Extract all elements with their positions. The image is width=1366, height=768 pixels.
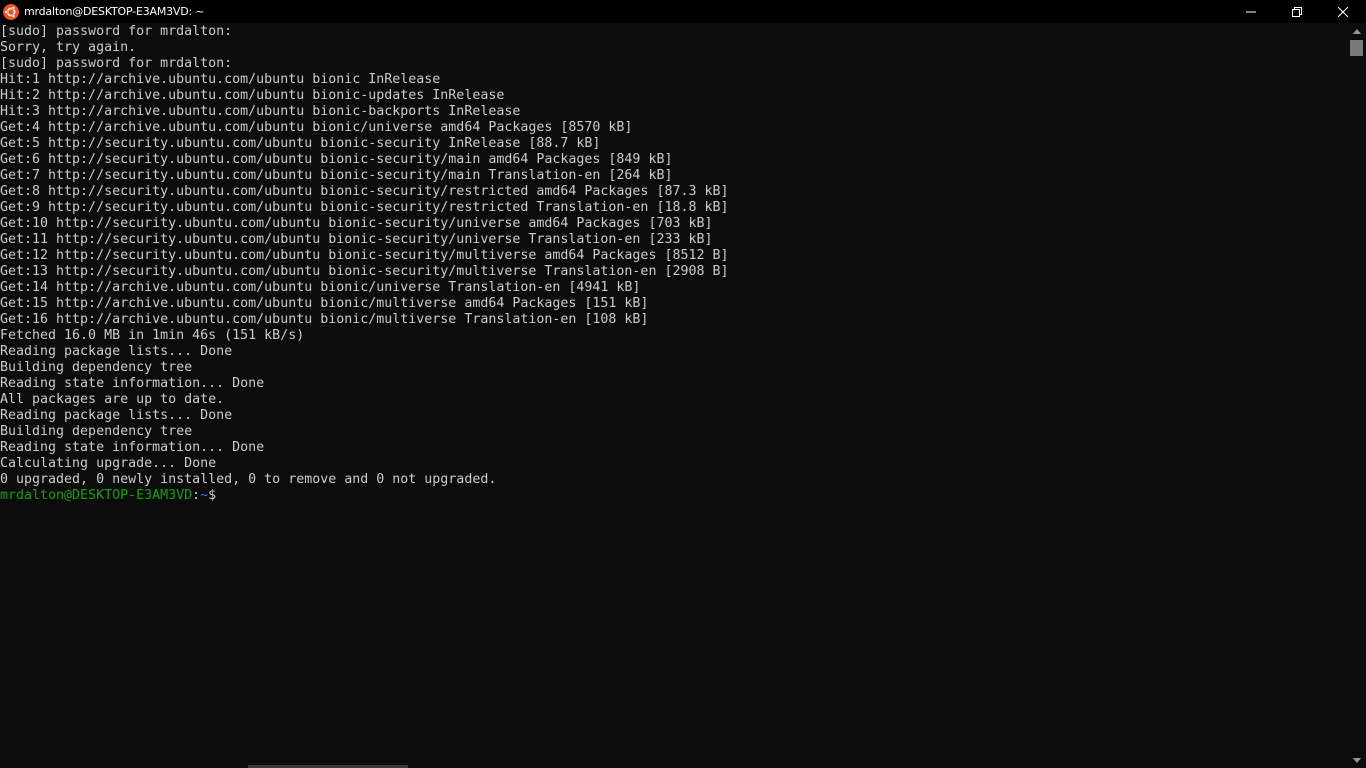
terminal-line: Get:9 http://security.ubuntu.com/ubuntu …	[0, 200, 729, 215]
terminal-line: Reading package lists... Done	[0, 408, 233, 423]
prompt-path: ~	[200, 488, 209, 503]
chevron-up-icon	[1353, 28, 1361, 34]
minimize-button[interactable]	[1228, 0, 1274, 23]
prompt-separator: :	[192, 488, 201, 503]
terminal-line: Hit:3 http://archive.ubuntu.com/ubuntu b…	[0, 104, 521, 119]
terminal-line: Get:12 http://security.ubuntu.com/ubuntu…	[0, 248, 729, 263]
window-controls	[1228, 0, 1366, 23]
terminal-line: Get:16 http://archive.ubuntu.com/ubuntu …	[0, 312, 649, 327]
terminal-line: Get:4 http://archive.ubuntu.com/ubuntu b…	[0, 120, 633, 135]
terminal-line: Get:15 http://archive.ubuntu.com/ubuntu …	[0, 296, 649, 311]
terminal-line: 0 upgraded, 0 newly installed, 0 to remo…	[0, 472, 497, 487]
shell-prompt[interactable]: mrdalton@DESKTOP-E3AM3VD:~$	[0, 488, 1348, 504]
terminal-line: [sudo] password for mrdalton:	[0, 56, 233, 71]
scroll-up-button[interactable]	[1348, 23, 1366, 39]
terminal-line: Get:8 http://security.ubuntu.com/ubuntu …	[0, 184, 729, 199]
terminal-line: Get:6 http://security.ubuntu.com/ubuntu …	[0, 152, 673, 167]
scroll-down-button[interactable]	[1348, 752, 1366, 768]
terminal-line: Get:10 http://security.ubuntu.com/ubuntu…	[0, 216, 713, 231]
terminal-line: All packages are up to date.	[0, 392, 225, 407]
terminal-line: Get:7 http://security.ubuntu.com/ubuntu …	[0, 168, 673, 183]
terminal-line: Hit:1 http://archive.ubuntu.com/ubuntu b…	[0, 72, 441, 87]
close-button[interactable]	[1320, 0, 1366, 23]
terminal-line: Get:13 http://security.ubuntu.com/ubuntu…	[0, 264, 729, 279]
scroll-thumb[interactable]	[1350, 40, 1363, 56]
prompt-symbol: $	[208, 488, 217, 503]
vertical-scrollbar[interactable]	[1348, 23, 1366, 768]
terminal-line: Reading package lists... Done	[0, 344, 233, 359]
terminal-line: Sorry, try again.	[0, 40, 137, 55]
restore-button[interactable]	[1274, 0, 1320, 23]
prompt-user-host: mrdalton@DESKTOP-E3AM3VD	[0, 488, 193, 503]
terminal-line: Building dependency tree	[0, 424, 193, 439]
restore-icon	[1292, 6, 1302, 17]
terminal-window: mrdalton@DESKTOP-E3AM3VD: ~ [sudo] passw…	[0, 0, 1366, 768]
terminal-line: Get:14 http://archive.ubuntu.com/ubuntu …	[0, 280, 641, 295]
terminal-line: Reading state information... Done	[0, 376, 265, 391]
terminal-line: Get:5 http://security.ubuntu.com/ubuntu …	[0, 136, 601, 151]
terminal-line: Calculating upgrade... Done	[0, 456, 217, 471]
title-bar[interactable]: mrdalton@DESKTOP-E3AM3VD: ~	[0, 0, 1366, 23]
chevron-down-icon	[1353, 757, 1361, 763]
minimize-icon	[1246, 11, 1256, 12]
ubuntu-icon	[3, 3, 19, 20]
terminal-line: Reading state information... Done	[0, 440, 265, 455]
terminal-line: Building dependency tree	[0, 360, 193, 375]
window-title: mrdalton@DESKTOP-E3AM3VD: ~	[24, 5, 205, 18]
terminal-line: Hit:2 http://archive.ubuntu.com/ubuntu b…	[0, 88, 505, 103]
text-cursor	[216, 488, 224, 504]
terminal-line: [sudo] password for mrdalton:	[0, 24, 233, 39]
terminal-output[interactable]: [sudo] password for mrdalton: Sorry, try…	[0, 24, 1348, 768]
terminal-line: Get:11 http://security.ubuntu.com/ubuntu…	[0, 232, 713, 247]
close-icon	[1338, 6, 1348, 17]
terminal-line: Fetched 16.0 MB in 1min 46s (151 kB/s)	[0, 328, 305, 343]
